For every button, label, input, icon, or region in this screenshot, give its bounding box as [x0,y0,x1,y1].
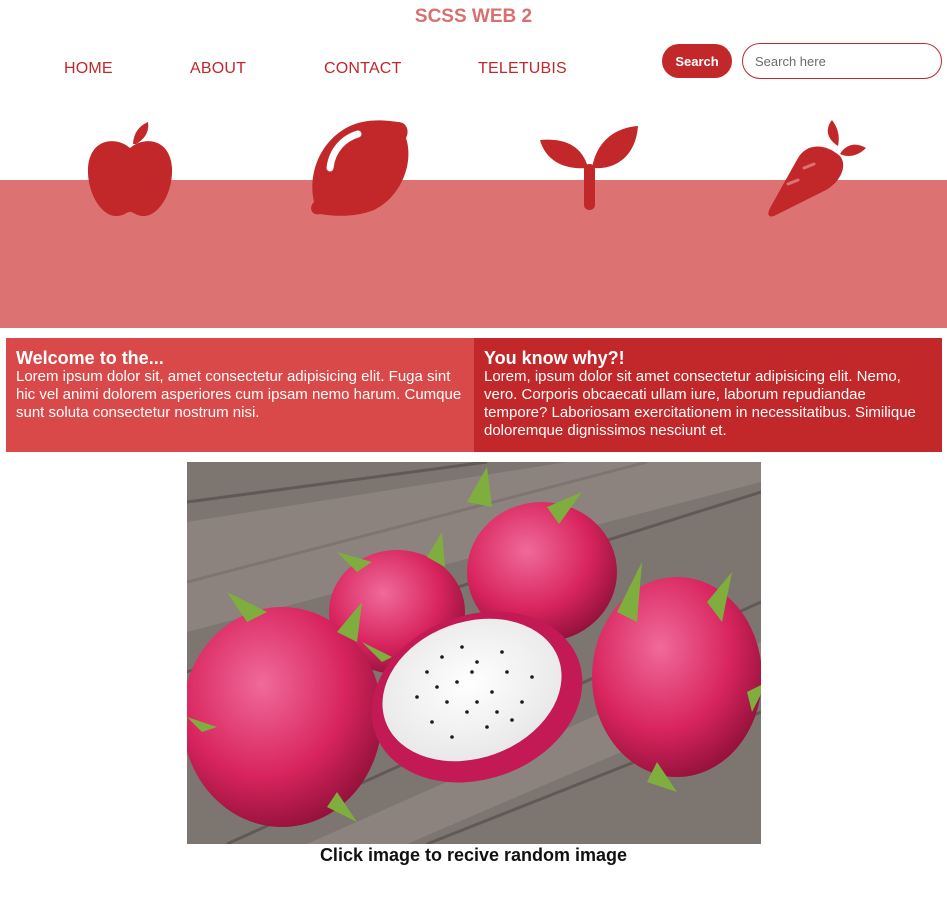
why-text: Lorem, ipsum dolor sit amet consectetur … [484,368,916,439]
welcome-panel: Welcome to the... Lorem ipsum dolor sit,… [6,338,474,452]
lemon-icon [311,120,409,216]
search-button[interactable]: Search [662,44,732,78]
nav-about-link[interactable]: ABOUT [190,60,246,78]
why-panel: You know why?! Lorem, ipsum dolor sit am… [474,338,942,452]
apple-icon [87,122,173,216]
site-title: SCSS WEB 2 [414,6,533,27]
nav-contact-link[interactable]: CONTACT [324,60,402,78]
image-caption: Click image to recive random image [319,845,628,865]
search-input[interactable] [742,43,942,79]
carrot-icon [768,120,866,217]
nav-teletubis-link[interactable]: TELETUBIS [478,60,567,78]
welcome-heading: Welcome to the... [16,348,164,368]
seedling-icon [540,126,638,210]
welcome-text: Lorem ipsum dolor sit, amet consectetur … [16,368,462,421]
nav-home-link[interactable]: HOME [64,60,113,78]
dragon-fruit-photo[interactable] [187,462,761,844]
why-heading: You know why?! [484,348,625,368]
